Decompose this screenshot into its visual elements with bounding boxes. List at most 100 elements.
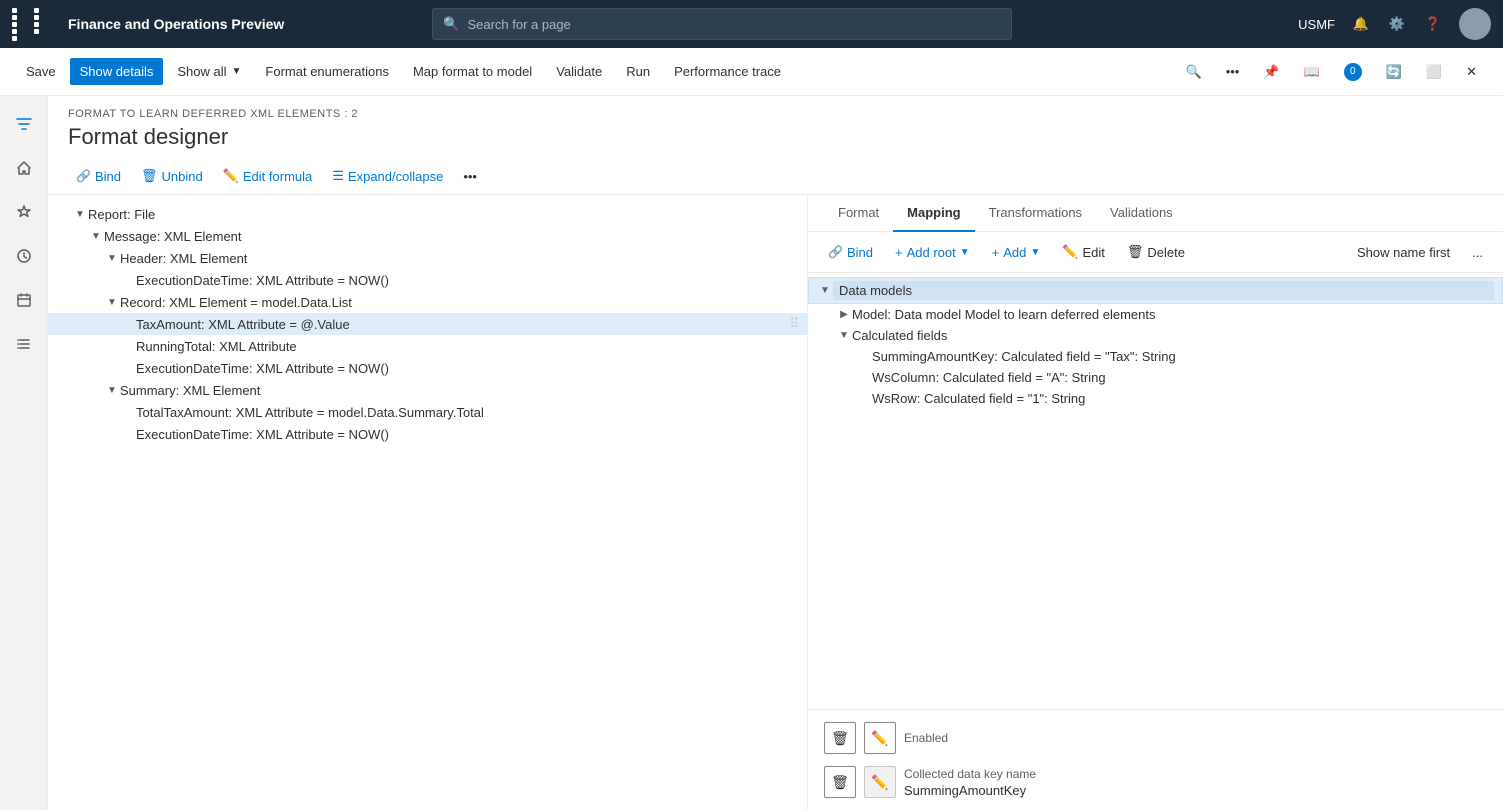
app-grid-icon[interactable] [12,8,54,41]
chevron-exec3 [120,426,136,442]
tree-item-exec3[interactable]: ExecutionDateTime: XML Attribute = NOW() [48,423,807,445]
mapping-tree: ▼ Data models ▶ Model: Data model Model … [808,273,1503,709]
mapping-toolbar: 🔗 Bind + Add root ▼ + Add ▼ ✏️ [808,232,1503,273]
chevron-report: ▼ [72,206,88,222]
prop-edit-btn-1[interactable]: ✏️ [864,722,896,754]
edit-icon-1: ✏️ [871,730,888,747]
expand-collapse-button[interactable]: ☰ Expand/collapse [324,164,451,188]
delete-button[interactable]: 🗑 Delete [1119,240,1193,264]
tab-format[interactable]: Format [824,195,893,232]
save-button[interactable]: Save [16,58,66,85]
page-subtitle: FORMAT TO LEARN DEFERRED XML ELEMENTS : … [68,108,1483,120]
add-icon: + [992,245,1000,260]
tab-transformations[interactable]: Transformations [975,195,1096,232]
show-details-button[interactable]: Show details [70,58,164,85]
tab-validations[interactable]: Validations [1096,195,1187,232]
collected-key-label: Collected data key name [904,767,1036,781]
validate-button[interactable]: Validate [546,58,612,85]
nav-home-icon[interactable] [4,148,44,188]
prop-edit-btn-2[interactable]: ✏️ [864,766,896,798]
toolbar-more-button[interactable]: ••• [455,165,485,188]
drag-handle-icon: ⠿ [789,316,799,332]
tree-item-exec2[interactable]: ExecutionDateTime: XML Attribute = NOW() [48,357,807,379]
bookmark-button[interactable]: 📖 [1294,58,1330,86]
tree-item-record[interactable]: ▼ Record: XML Element = model.Data.List [48,291,807,313]
chevron-exec1 [120,272,136,288]
bind-button[interactable]: 🔗 Bind [68,165,129,188]
page-layout: FORMAT TO LEARN DEFERRED XML ELEMENTS : … [0,96,1503,810]
close-button[interactable]: ✕ [1456,58,1487,86]
nav-clock-icon[interactable] [4,236,44,276]
topbar-right-actions: USMF 🔔 ⚙️ ❓ [1298,8,1491,40]
add-root-button[interactable]: + Add root ▼ [887,241,978,264]
more-options-button[interactable]: ••• [1216,58,1250,85]
delete-icon-1: 🗑 [831,730,849,747]
chevron-totaltax [120,404,136,420]
nav-calendar-icon[interactable] [4,280,44,320]
show-all-button[interactable]: Show all ▼ [167,58,251,85]
search-icon: 🔍 [443,16,459,32]
prop-row-collected: 🗑 ✏️ Collected data key name SummingAmou… [824,762,1487,802]
run-button[interactable]: Run [616,58,660,85]
edit-formula-button[interactable]: ✏️ Edit formula [215,164,321,188]
tree-item-taxamount[interactable]: TaxAmount: XML Attribute = @.Value ⠿ [48,313,807,335]
map-format-button[interactable]: Map format to model [403,58,542,85]
mapping-panel: Format Mapping Transformations Validatio… [808,195,1503,810]
prop-delete-btn-1[interactable]: 🗑 [824,722,856,754]
chevron-data-models: ▼ [817,285,833,296]
delete-trash-icon: 🗑 [1127,244,1144,260]
global-search[interactable]: 🔍 Search for a page [432,8,1012,40]
refresh-button[interactable]: 🔄 [1376,58,1412,86]
tree-item-header[interactable]: ▼ Header: XML Element [48,247,807,269]
tree-item-summary[interactable]: ▼ Summary: XML Element [48,379,807,401]
show-name-first-button[interactable]: Show name first [1349,241,1458,264]
search-button[interactable]: 🔍 [1176,58,1212,86]
nav-list-icon[interactable] [4,324,44,364]
chevron-record: ▼ [104,294,120,310]
add-button[interactable]: + Add ▼ [984,241,1049,264]
map-item-summing[interactable]: SummingAmountKey: Calculated field = "Ta… [808,346,1503,367]
badge-button[interactable]: 0 [1334,57,1372,87]
tree-item-exec1[interactable]: ExecutionDateTime: XML Attribute = NOW() [48,269,807,291]
map-item-calc-fields[interactable]: ▼ Calculated fields [808,325,1503,346]
open-new-button[interactable]: ⬜ [1416,58,1452,86]
chevron-runningtotal [120,338,136,354]
map-item-wsrow[interactable]: WsRow: Calculated field = "1": String [808,388,1503,409]
page-header: FORMAT TO LEARN DEFERRED XML ELEMENTS : … [48,96,1503,158]
format-enumerations-button[interactable]: Format enumerations [255,58,399,85]
map-item-model[interactable]: ▶ Model: Data model Model to learn defer… [808,304,1503,325]
tree-item-report[interactable]: ▼ Report: File [48,203,807,225]
tree-item-totaltax[interactable]: TotalTaxAmount: XML Attribute = model.Da… [48,401,807,423]
collected-key-info: Collected data key name SummingAmountKey [904,767,1036,798]
user-avatar[interactable] [1459,8,1491,40]
pin-button[interactable]: 📌 [1253,58,1289,86]
nav-filter-icon[interactable] [4,104,44,144]
tab-mapping[interactable]: Mapping [893,195,974,232]
help-icon[interactable]: ❓ [1423,14,1443,34]
settings-icon[interactable]: ⚙️ [1387,14,1407,34]
show-all-chevron: ▼ [232,66,242,77]
chevron-model: ▶ [836,309,852,320]
prop-delete-btn-2[interactable]: 🗑 [824,766,856,798]
mapping-more-button[interactable]: ... [1464,241,1491,264]
formula-icon: ✏️ [223,168,239,184]
performance-trace-button[interactable]: Performance trace [664,58,791,85]
user-name: USMF [1298,17,1335,32]
chevron-message: ▼ [88,228,104,244]
map-item-data-models[interactable]: ▼ Data models [808,277,1503,304]
command-bar: Save Show details Show all ▼ Format enum… [0,48,1503,96]
notification-icon[interactable]: 🔔 [1351,14,1371,34]
tree-item-runningtotal[interactable]: RunningTotal: XML Attribute [48,335,807,357]
chevron-calc-fields: ▼ [836,330,852,341]
mapping-bind-button[interactable]: 🔗 Bind [820,241,881,264]
edit-button[interactable]: ✏️ Edit [1054,240,1113,264]
map-item-wscol[interactable]: WsColumn: Calculated field = "A": String [808,367,1503,388]
tree-item-message[interactable]: ▼ Message: XML Element [48,225,807,247]
bind-icon: 🔗 [76,169,91,183]
add-chevron: ▼ [1030,247,1040,258]
unbind-button[interactable]: 🗑 Unbind [133,164,211,188]
collected-key-value: SummingAmountKey [904,783,1036,798]
nav-star-icon[interactable] [4,192,44,232]
edit-icon-2: ✏️ [871,774,888,791]
chevron-taxamount [120,316,136,332]
